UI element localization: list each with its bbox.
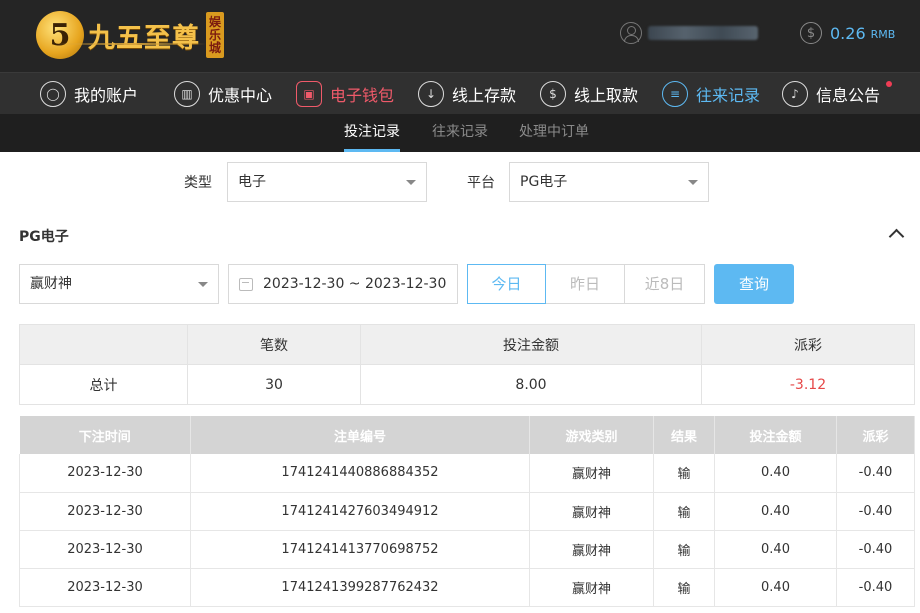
summary-header: 笔数: [187, 324, 361, 365]
game-type: 赢财神: [529, 454, 654, 493]
dollar-coin-icon: $: [800, 22, 822, 44]
logo-underline: [56, 43, 206, 45]
bet-time: 2023-12-30: [19, 530, 191, 569]
bet-id: 1741241427603494912: [190, 492, 530, 531]
nav-announcements[interactable]: ♪ 信息公告: [782, 79, 893, 109]
notification-dot: [886, 81, 893, 87]
summary-header: 投注金额: [360, 324, 702, 365]
bet-id: 1741241399287762432: [190, 568, 530, 607]
nav-online-deposit[interactable]: ↓ 线上存款: [418, 79, 516, 109]
game-type: 赢财神: [529, 492, 654, 531]
gift-icon: ▥: [174, 81, 200, 107]
section-title: PG电子: [19, 229, 69, 245]
records-icon: ≡: [662, 81, 688, 107]
column-header: 注单编号: [190, 416, 530, 454]
table-row: 2023-12-30 1741241440886884352 赢财神 输 0.4…: [19, 454, 915, 493]
calendar-icon: [239, 277, 253, 291]
wallet-icon: ▣: [296, 81, 322, 107]
top-header: 5 九五至尊 娱 乐 城 $ 0.26 RMB: [0, 0, 920, 72]
column-header: 派彩: [836, 416, 915, 454]
bet-amount: 0.40: [714, 568, 837, 607]
bet-amount: 0.40: [714, 530, 837, 569]
nav-my-account[interactable]: ◯ 我的账户: [40, 79, 138, 109]
bet-time: 2023-12-30: [19, 454, 191, 493]
chevron-down-icon: [406, 180, 416, 185]
summary-row-label: 总计: [19, 364, 188, 405]
bet-id: 1741241440886884352: [190, 454, 530, 493]
game-type: 赢财神: [529, 530, 654, 569]
user-circle-icon: ◯: [40, 81, 66, 107]
game-select[interactable]: 赢财神: [19, 264, 219, 304]
site-logo[interactable]: 5 九五至尊 娱 乐 城: [36, 8, 224, 62]
deposit-icon: ↓: [418, 81, 444, 107]
bet-id: 1741241413770698752: [190, 530, 530, 569]
date-range-picker[interactable]: 2023-12-30 ~ 2023-12-30: [228, 264, 458, 304]
result: 输: [653, 530, 715, 569]
chevron-down-icon: [688, 180, 698, 185]
withdraw-icon: $: [540, 81, 566, 107]
balance-display: $ 0.26 RMB: [800, 22, 895, 44]
tab-bet-records[interactable]: 投注记录: [344, 114, 400, 152]
table-row: 2023-12-30 1741241427603494912 赢财神 输 0.4…: [19, 492, 915, 531]
payout: -0.40: [836, 568, 915, 607]
type-select[interactable]: 电子: [227, 162, 427, 202]
platform-label: 平台: [467, 175, 495, 191]
result: 输: [653, 454, 715, 493]
tab-pending-orders[interactable]: 处理中订单: [519, 114, 589, 152]
username-blurred: [648, 26, 758, 40]
summary-payout: -3.12: [701, 364, 915, 405]
yesterday-button[interactable]: 昨日: [546, 264, 625, 304]
summary-header: [19, 324, 188, 365]
bet-time: 2023-12-30: [19, 568, 191, 607]
column-header: 下注时间: [19, 416, 191, 454]
bell-icon: ♪: [782, 81, 808, 107]
column-header: 投注金额: [714, 416, 837, 454]
summary-bet: 8.00: [360, 364, 702, 405]
platform-select[interactable]: PG电子: [509, 162, 709, 202]
nav-records[interactable]: ≡ 往来记录: [662, 79, 760, 109]
records-table: 下注时间 注单编号 游戏类别 结果 投注金额 派彩 2023-12-30 174…: [19, 416, 915, 607]
nav-online-withdraw[interactable]: $ 线上取款: [540, 79, 638, 109]
balance-unit: RMB: [870, 28, 896, 41]
summary-table: 笔数 投注金额 派彩 总计 30 8.00 -3.12: [19, 324, 915, 405]
bet-time: 2023-12-30: [19, 492, 191, 531]
chevron-down-icon: [198, 282, 208, 287]
query-button[interactable]: 查询: [714, 264, 794, 304]
payout: -0.40: [836, 454, 915, 493]
payout: -0.40: [836, 530, 915, 569]
logo-seal: 娱 乐 城: [206, 12, 224, 58]
result: 输: [653, 492, 715, 531]
table-row: 2023-12-30 1741241413770698752 赢财神 输 0.4…: [19, 530, 915, 569]
logo-text: 九五至尊: [88, 22, 200, 54]
user-icon: [620, 22, 642, 44]
user-account[interactable]: [620, 22, 758, 44]
nav-promotions[interactable]: ▥ 优惠中心: [174, 79, 272, 109]
nav-e-wallet[interactable]: ▣ 电子钱包: [296, 79, 394, 109]
logo-badge: 5: [36, 11, 84, 59]
summary-count: 30: [187, 364, 361, 405]
column-header: 游戏类别: [529, 416, 654, 454]
payout: -0.40: [836, 492, 915, 531]
result: 输: [653, 568, 715, 607]
sub-nav: 投注记录 往来记录 处理中订单: [0, 114, 920, 152]
column-header: 结果: [653, 416, 715, 454]
bet-amount: 0.40: [714, 454, 837, 493]
main-nav: ◯ 我的账户 ▥ 优惠中心 ▣ 电子钱包 ↓ 线上存款 $ 线上取款 ≡ 往来记…: [0, 72, 920, 114]
balance-value: 0.26: [830, 23, 866, 43]
summary-header: 派彩: [701, 324, 915, 365]
game-type: 赢财神: [529, 568, 654, 607]
type-label: 类型: [184, 175, 212, 191]
bet-amount: 0.40: [714, 492, 837, 531]
table-row: 2023-12-30 1741241399287762432 赢财神 输 0.4…: [19, 568, 915, 607]
last-8-days-button[interactable]: 近8日: [625, 264, 705, 304]
today-button[interactable]: 今日: [467, 264, 546, 304]
tab-transaction-records[interactable]: 往来记录: [432, 114, 488, 152]
chevron-up-icon[interactable]: [889, 227, 903, 241]
